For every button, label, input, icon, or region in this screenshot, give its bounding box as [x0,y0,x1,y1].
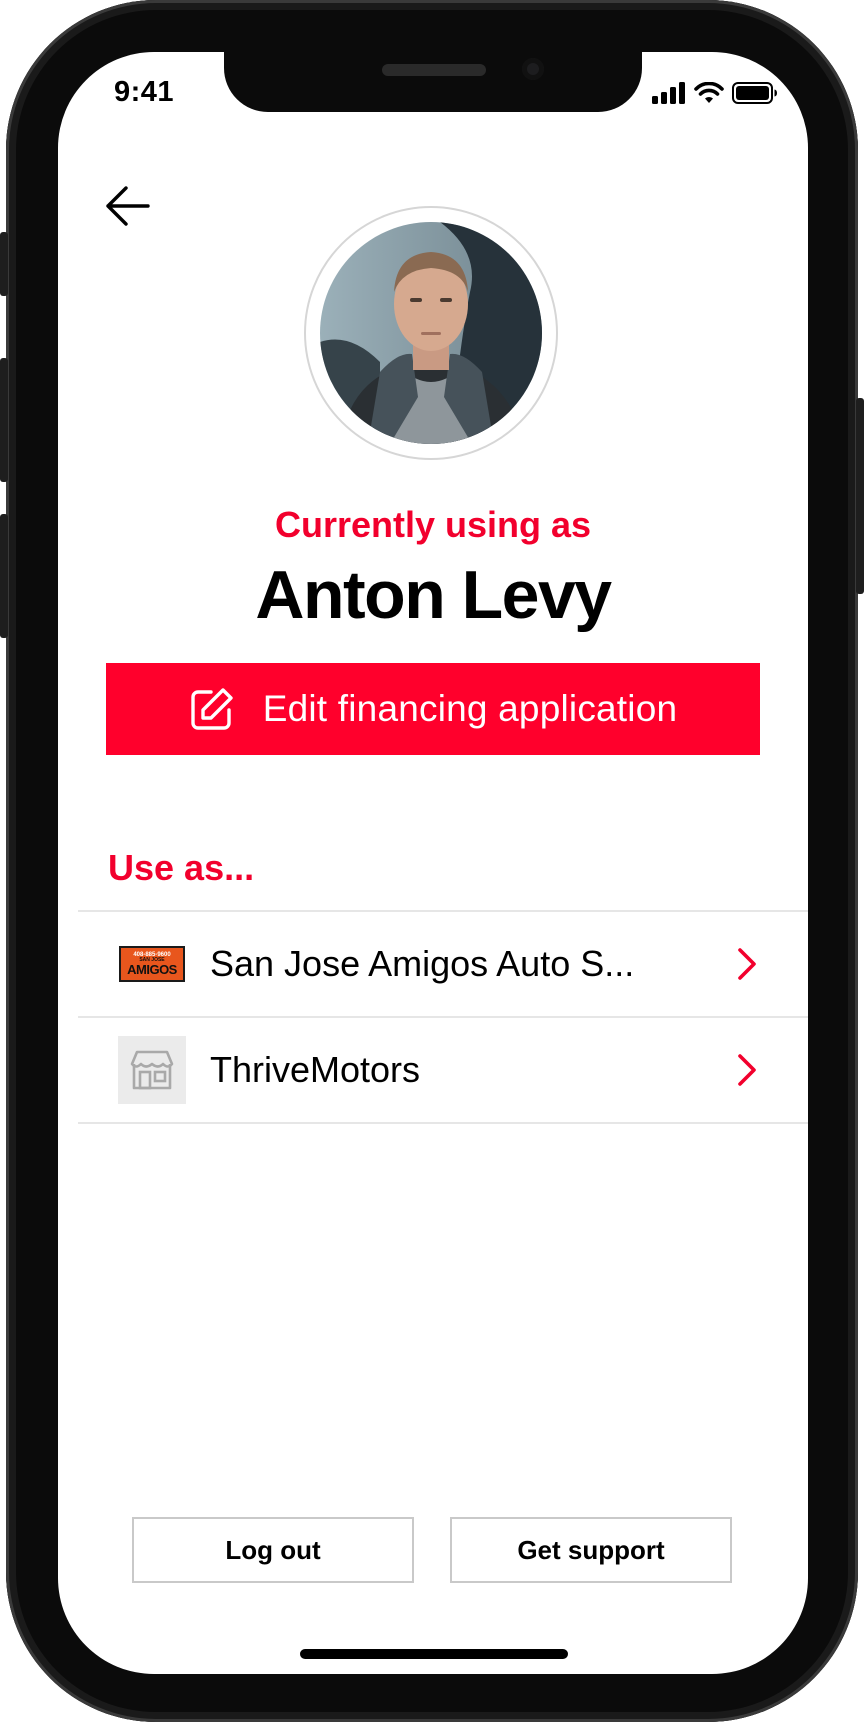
cellular-signal-icon [652,82,685,104]
get-support-button[interactable]: Get support [450,1517,732,1583]
notch [224,52,642,112]
chevron-right-icon [738,948,756,980]
battery-icon [732,82,777,104]
phone-mockup: 9:41 Currently using as Anton Levy Edit … [0,0,864,1726]
log-out-button[interactable]: Log out [132,1517,414,1583]
silent-switch [0,232,8,296]
edit-financing-application-button[interactable]: Edit financing application [106,663,760,755]
wifi-icon [694,82,724,103]
volume-up-button [0,358,8,482]
profile-photo [320,222,542,444]
logo-brand-text: AMIGOS [127,962,177,977]
back-button[interactable] [102,180,154,232]
volume-down-button [0,514,8,638]
status-time: 9:41 [114,76,175,108]
storefront-icon [130,1050,174,1090]
front-camera [522,58,544,80]
dealer-logo-amigos: 408-885-9600 SAN JOSE AMIGOS [118,930,186,998]
chevron-right-icon [738,1054,756,1086]
list-item-thrivemotors[interactable]: ThriveMotors [78,1018,808,1124]
avatar [304,206,558,460]
status-icons [652,82,778,104]
dealer-name: ThriveMotors [210,1049,421,1090]
person-photo [320,222,542,444]
use-as-heading: Use as... [108,847,255,888]
app-screen: 9:41 Currently using as Anton Levy Edit … [58,52,808,1674]
back-arrow-icon [106,186,150,226]
edit-pencil-icon [191,688,233,730]
dealer-name: San Jose Amigos Auto S... [210,943,635,984]
speaker-grille [382,64,486,76]
list-item-san-jose-amigos[interactable]: 408-885-9600 SAN JOSE AMIGOS San Jose Am… [78,912,808,1018]
currently-using-label: Currently using as [274,504,592,545]
account-list: 408-885-9600 SAN JOSE AMIGOS San Jose Am… [78,910,808,1124]
edit-button-label: Edit financing application [262,688,678,729]
current-user-name: Anton Levy [255,557,612,633]
home-indicator [300,1649,568,1659]
storefront-logo [118,1036,186,1104]
power-button [856,398,864,594]
